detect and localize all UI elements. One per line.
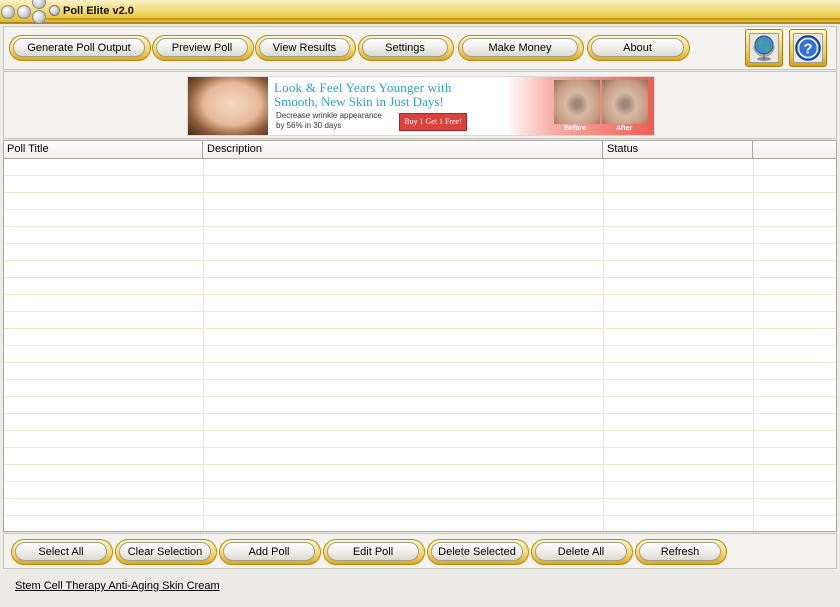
button-label: Clear Selection [119,542,211,561]
ad-model-photo [188,77,268,135]
add-poll-button[interactable]: Add Poll [219,539,321,565]
settings-button[interactable]: Settings [358,35,454,61]
footer: Stem Cell Therapy Anti-Aging Skin Cream [3,570,837,604]
table-row[interactable] [4,397,836,414]
window-title-text: Poll Elite v2.0 [63,5,134,17]
svg-text:?: ? [803,41,812,58]
generate-poll-output-button[interactable]: Generate Poll Output [9,35,151,61]
delete-all-button[interactable]: Delete All [531,539,633,565]
orb-icon[interactable] [1,5,15,19]
button-label: View Results [259,38,350,57]
help-button[interactable]: ? [789,29,827,67]
make-money-button[interactable]: Make Money [458,35,584,61]
button-label: Make Money [462,38,578,57]
column-header-filler [754,141,836,159]
ad-subtext-2: by 56% in 30 days [276,121,342,130]
table-row[interactable] [4,312,836,329]
globe-button[interactable] [745,29,783,67]
table-header: Poll Title Description Status [4,141,836,159]
select-all-button[interactable]: Select All [11,539,113,565]
ad-cta-button[interactable]: Buy 1 Get 1 Free! [399,113,467,131]
table-row[interactable] [4,295,836,312]
button-label: Delete Selected [431,542,523,561]
globe-icon [753,35,775,61]
preview-poll-button[interactable]: Preview Poll [152,35,254,61]
help-button-face: ? [793,33,823,63]
button-label: Delete All [535,542,627,561]
main-toolbar: Generate Poll Output Preview Poll View R… [3,26,837,70]
table-row[interactable] [4,159,836,176]
title-underline [46,18,840,20]
view-results-button[interactable]: View Results [255,35,356,61]
ad-banner[interactable]: Look & Feel Years Younger with Smooth, N… [187,76,655,136]
title-bar: Poll Elite v2.0 [0,0,840,24]
button-label: Select All [15,542,107,561]
help-icon: ? [795,35,821,61]
app-icon [49,5,60,16]
table-row[interactable] [4,363,836,380]
ad-after-photo [602,80,648,124]
table-row[interactable] [4,431,836,448]
table-row[interactable] [4,482,836,499]
action-bar: Select All Clear Selection Add Poll Edit… [3,533,837,569]
button-label: Settings [362,38,448,57]
table-row[interactable] [4,193,836,210]
button-label: Generate Poll Output [13,38,145,57]
table-row[interactable] [4,499,836,516]
table-row[interactable] [4,329,836,346]
about-button[interactable]: About [587,35,690,61]
button-label: Add Poll [223,542,315,561]
table-row[interactable] [4,346,836,363]
table-row[interactable] [4,465,836,482]
table-row[interactable] [4,448,836,465]
globe-button-face [749,33,779,63]
table-row[interactable] [4,261,836,278]
edit-poll-button[interactable]: Edit Poll [323,539,425,565]
column-header-poll-title[interactable]: Poll Title [4,141,203,159]
sponsor-link[interactable]: Stem Cell Therapy Anti-Aging Skin Cream [15,580,220,592]
table-body[interactable] [4,159,836,531]
table-row[interactable] [4,414,836,431]
button-label: Edit Poll [327,542,419,561]
table-row[interactable] [4,278,836,295]
ad-headline-2: Smooth, New Skin in Just Days! [274,94,444,109]
orb-icon[interactable] [32,0,46,9]
poll-table[interactable]: Poll Title Description Status [3,140,837,532]
button-label: About [591,38,684,57]
ad-after-label: After [616,125,633,132]
table-row[interactable] [4,380,836,397]
table-row[interactable] [4,210,836,227]
table-row[interactable] [4,227,836,244]
table-row[interactable] [4,516,836,531]
orb-icon[interactable] [32,10,46,24]
button-label: Refresh [639,542,721,561]
ad-area: Look & Feel Years Younger with Smooth, N… [3,71,837,139]
window-control-orbs [0,0,46,24]
column-header-description[interactable]: Description [204,141,603,159]
ad-before-label: Before [564,125,587,132]
table-row[interactable] [4,244,836,261]
orb-icon[interactable] [17,5,31,19]
column-header-status[interactable]: Status [604,141,753,159]
ad-comparison-panel: Before After [506,77,654,135]
delete-selected-button[interactable]: Delete Selected [427,539,529,565]
window-title: Poll Elite v2.0 [47,2,134,22]
refresh-button[interactable]: Refresh [635,539,727,565]
ad-before-photo [554,80,600,124]
button-label: Preview Poll [156,38,248,57]
clear-selection-button[interactable]: Clear Selection [115,539,217,565]
table-row[interactable] [4,176,836,193]
ad-subtext-1: Decrease wrinkle appearance [276,111,382,120]
